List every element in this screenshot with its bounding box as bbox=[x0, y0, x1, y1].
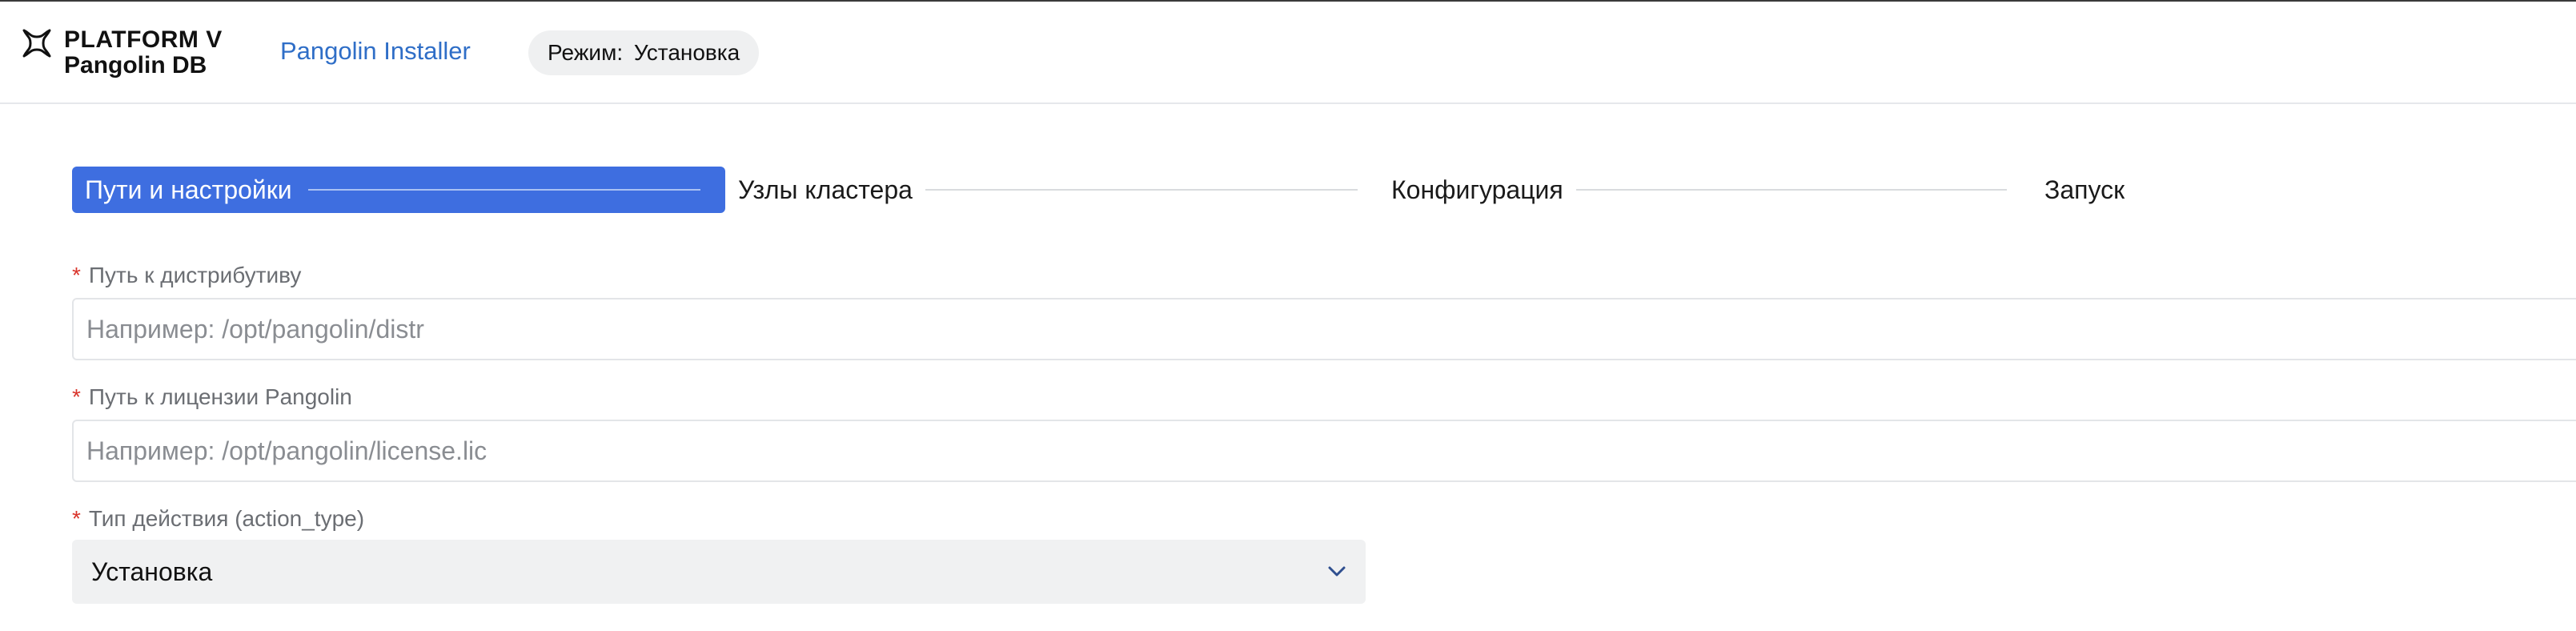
mode-value: Установка bbox=[633, 40, 740, 65]
step-label: Пути и настройки bbox=[85, 175, 292, 204]
app-header: PLATFORM V Pangolin DB Pangolin Installe… bbox=[0, 2, 2576, 104]
action-type-label: * Тип действия (action_type) bbox=[72, 506, 364, 532]
step-cluster-nodes[interactable]: Узлы кластера bbox=[738, 167, 1358, 213]
step-connector bbox=[925, 189, 1358, 191]
step-connector bbox=[307, 189, 700, 191]
mode-badge: Режим: Установка bbox=[528, 30, 760, 75]
step-paths-settings[interactable]: Пути и настройки bbox=[72, 167, 725, 213]
license-path-input[interactable] bbox=[72, 420, 2576, 482]
distr-path-label: * Путь к дистрибутиву bbox=[72, 263, 301, 288]
action-type-selected: Установка bbox=[91, 557, 213, 586]
mode-prefix: Режим: bbox=[548, 40, 624, 65]
distr-path-label-text: Путь к дистрибутиву bbox=[88, 263, 302, 287]
brand-line-2: Pangolin DB bbox=[64, 52, 207, 78]
brand-name: PLATFORM V Pangolin DB bbox=[64, 27, 223, 78]
step-label: Узлы кластера bbox=[738, 175, 913, 204]
chevron-down-icon bbox=[1321, 556, 1353, 588]
action-type-label-text: Тип действия (action_type) bbox=[88, 506, 365, 531]
wizard-stepper: Пути и настройки Узлы кластера Конфигура… bbox=[72, 167, 2576, 213]
step-launch[interactable]: Запуск bbox=[2044, 167, 2125, 213]
required-mark: * bbox=[72, 384, 81, 409]
license-path-label: * Путь к лицензии Pangolin bbox=[72, 384, 352, 410]
platform-logo-icon bbox=[22, 29, 51, 58]
step-label: Конфигурация bbox=[1391, 175, 1563, 204]
distr-path-input[interactable] bbox=[72, 298, 2576, 360]
app-title-link[interactable]: Pangolin Installer bbox=[280, 37, 471, 66]
brand-line-1: PLATFORM V bbox=[64, 26, 223, 53]
required-mark: * bbox=[72, 263, 81, 287]
action-type-select[interactable]: Установка bbox=[72, 540, 1366, 604]
license-path-label-text: Путь к лицензии Pangolin bbox=[88, 384, 352, 409]
required-mark: * bbox=[72, 506, 81, 531]
step-configuration[interactable]: Конфигурация bbox=[1391, 167, 2007, 213]
step-connector bbox=[1575, 189, 2007, 191]
step-label: Запуск bbox=[2044, 175, 2125, 204]
